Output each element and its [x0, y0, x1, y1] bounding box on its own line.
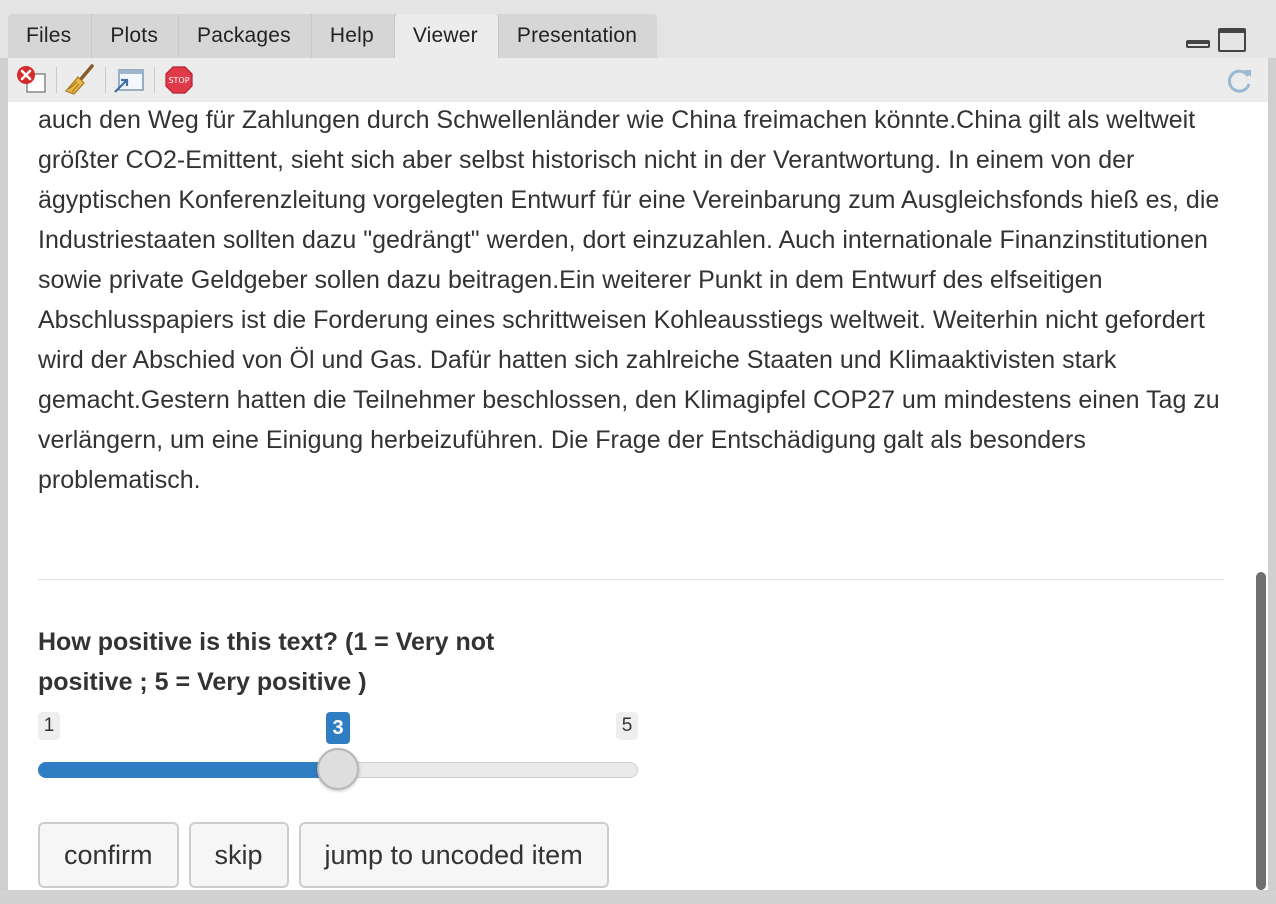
- remove-viewer-button[interactable]: [8, 62, 56, 98]
- jump-to-uncoded-item-button[interactable]: jump to uncoded item: [298, 822, 609, 888]
- confirm-button[interactable]: confirm: [38, 822, 179, 888]
- pane-bottom-border: [0, 890, 1276, 904]
- tab-plots[interactable]: Plots: [92, 14, 180, 58]
- refresh-button[interactable]: [1224, 66, 1254, 101]
- slider-max-label: 5: [616, 712, 638, 740]
- stop-icon: STOP: [165, 66, 193, 94]
- tab-packages[interactable]: Packages: [179, 14, 312, 58]
- article-text: auch den Weg für Zahlungen durch Schwell…: [38, 106, 1220, 494]
- vertical-scrollbar[interactable]: [1254, 102, 1268, 890]
- tab-viewer[interactable]: Viewer: [394, 14, 499, 58]
- slider-handle[interactable]: [317, 748, 359, 790]
- stop-button[interactable]: STOP: [155, 62, 203, 98]
- action-buttons: confirm skip jump to uncoded item: [38, 822, 609, 888]
- tab-files[interactable]: Files: [8, 14, 93, 58]
- remove-viewer-icon: [17, 66, 46, 93]
- tab-strip: Files Plots Packages Help Viewer Present…: [8, 14, 658, 58]
- pane-tab-bar: Files Plots Packages Help Viewer Present…: [0, 0, 1276, 58]
- question-label: How positive is this text? (1 = Very not…: [38, 628, 495, 696]
- horizontal-divider: [38, 579, 1224, 580]
- show-in-new-window-icon: [114, 69, 144, 93]
- viewer-content: auch den Weg für Zahlungen durch Schwell…: [8, 102, 1254, 890]
- skip-button[interactable]: skip: [188, 822, 289, 888]
- rating-slider[interactable]: 1 5 3: [38, 712, 638, 792]
- slider-min-label: 1: [38, 712, 60, 740]
- slider-value-label: 3: [326, 712, 350, 744]
- maximize-pane-icon[interactable]: [1218, 28, 1246, 52]
- slider-track-fill: [38, 762, 338, 778]
- tab-presentation[interactable]: Presentation: [499, 14, 657, 58]
- tab-help[interactable]: Help: [312, 14, 395, 58]
- refresh-icon: [1227, 69, 1251, 93]
- stop-icon-text: STOP: [168, 76, 189, 85]
- viewer-toolbar: STOP: [8, 58, 1268, 103]
- pane-window-controls: [1186, 28, 1246, 52]
- scrollbar-thumb[interactable]: [1256, 572, 1266, 890]
- minimize-pane-icon[interactable]: [1186, 40, 1210, 48]
- clear-all-button[interactable]: [57, 62, 105, 98]
- clear-all-icon: [64, 64, 94, 95]
- show-in-new-window-button[interactable]: [106, 62, 154, 98]
